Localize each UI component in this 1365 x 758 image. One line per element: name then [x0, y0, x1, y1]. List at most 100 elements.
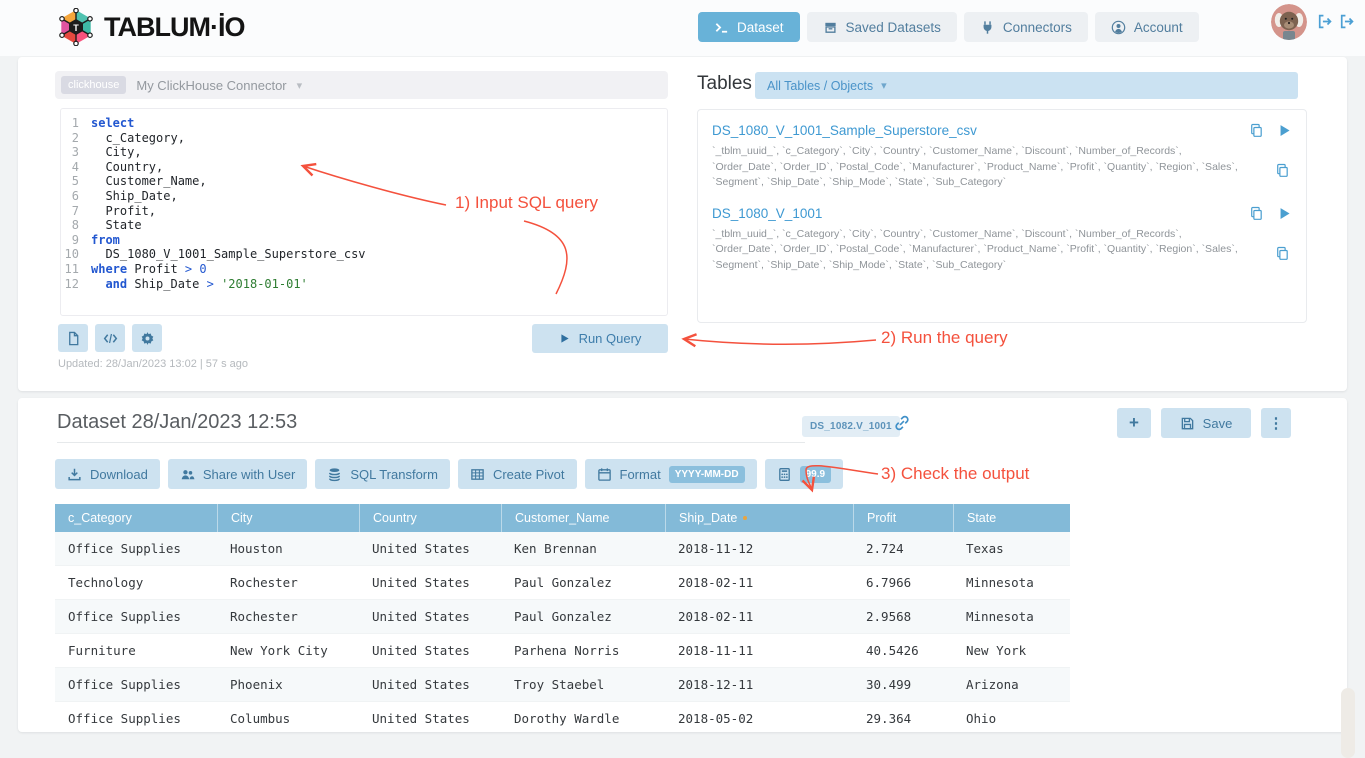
- table-cell: Ohio: [953, 702, 1070, 732]
- code-icon: [103, 331, 118, 346]
- table-cell: 2018-02-11: [665, 566, 853, 599]
- toolbar-create-pivot[interactable]: Create Pivot: [458, 459, 577, 489]
- toolbar-calculator[interactable]: 99.9: [765, 459, 843, 489]
- toolbar-button-label: Format: [620, 467, 661, 482]
- sql-line: 8 State: [61, 218, 667, 233]
- table-columns: `_tblm_uuid_`, `c_Category`, `City`, `Co…: [712, 144, 1292, 191]
- dataset-toolbar: Download Share with User SQL Transform Crea…: [55, 459, 843, 489]
- svg-text:T: T: [73, 23, 79, 33]
- annotation-run-query: 2) Run the query: [881, 328, 1008, 348]
- sort-indicator: [743, 516, 747, 520]
- column-header-city[interactable]: City: [217, 504, 359, 532]
- grid-body: Office SuppliesHoustonUnited StatesKen B…: [55, 532, 1070, 732]
- nav-account[interactable]: Account: [1095, 12, 1199, 42]
- copy-icon[interactable]: [1249, 123, 1264, 138]
- toolbar-download[interactable]: Download: [55, 459, 160, 489]
- users-icon: [180, 467, 195, 482]
- column-header-c-category[interactable]: c_Category: [55, 504, 217, 532]
- avatar[interactable]: [1271, 4, 1307, 40]
- toolbar-share-with-user[interactable]: Share with User: [168, 459, 307, 489]
- link-icon[interactable]: [893, 414, 911, 432]
- table-cell: 30.499: [853, 668, 953, 701]
- table-cell: 6.7966: [853, 566, 953, 599]
- save-button[interactable]: Save: [1161, 408, 1251, 438]
- file-button[interactable]: [58, 324, 88, 352]
- copy-columns-icon[interactable]: [1275, 246, 1290, 261]
- grid-header: c_CategoryCityCountryCustomer_NameShip_D…: [55, 504, 1070, 532]
- table-cell: Houston: [217, 532, 359, 565]
- line-number: 8: [61, 218, 91, 233]
- table-name-link[interactable]: DS_1080_V_1001: [712, 206, 822, 221]
- column-header-state[interactable]: State: [953, 504, 1070, 532]
- line-number: 1: [61, 116, 91, 131]
- table-cell: Office Supplies: [55, 600, 217, 633]
- column-header-country[interactable]: Country: [359, 504, 501, 532]
- sql-line: 3 City,: [61, 145, 667, 160]
- table-cell: 29.364: [853, 702, 953, 732]
- line-number: 12: [61, 277, 91, 292]
- copy-columns-icon[interactable]: [1275, 163, 1290, 178]
- table-cell: New York: [953, 634, 1070, 667]
- nav-saved-datasets[interactable]: Saved Datasets: [807, 12, 957, 42]
- table-cell: Minnesota: [953, 600, 1070, 633]
- table-cell: Phoenix: [217, 668, 359, 701]
- tables-title: Tables: [697, 73, 752, 95]
- table-cell: United States: [359, 668, 501, 701]
- table-cell: 2018-02-11: [665, 600, 853, 633]
- sql-line: 9from: [61, 233, 667, 248]
- column-header-profit[interactable]: Profit: [853, 504, 953, 532]
- page-scrollbar[interactable]: [1341, 688, 1355, 758]
- table-cell: Office Supplies: [55, 532, 217, 565]
- run-table-icon[interactable]: [1277, 123, 1292, 138]
- title-divider: [57, 442, 805, 443]
- sql-line: 11where Profit > 0: [61, 262, 667, 277]
- toolbar-format[interactable]: Format YYYY-MM-DD: [585, 459, 757, 489]
- table-cell: Technology: [55, 566, 217, 599]
- column-header-ship-date[interactable]: Ship_Date: [665, 504, 853, 532]
- logo[interactable]: T TABLUM·İO: [57, 8, 244, 46]
- sql-line: 1select: [61, 116, 667, 131]
- column-header-customer-name[interactable]: Customer_Name: [501, 504, 665, 532]
- file-icon: [66, 331, 81, 346]
- add-button[interactable]: +: [1117, 408, 1151, 438]
- table-cell: United States: [359, 532, 501, 565]
- table-cell: Troy Staebel: [501, 668, 665, 701]
- play-icon: [559, 333, 570, 344]
- connector-select[interactable]: clickhouse My ClickHouse Connector ▾: [55, 71, 668, 99]
- nav-label: Account: [1134, 20, 1183, 35]
- nav-dataset[interactable]: Dataset: [698, 12, 800, 42]
- pivot-icon: [470, 467, 485, 482]
- line-number: 4: [61, 160, 91, 175]
- table-name-link[interactable]: DS_1080_V_1001_Sample_Superstore_csv: [712, 123, 977, 138]
- table-row: Office SuppliesPhoenixUnited StatesTroy …: [55, 668, 1070, 702]
- more-options-button[interactable]: ⋮: [1261, 408, 1291, 438]
- gear-button[interactable]: [132, 324, 162, 352]
- table-row: Office SuppliesRochesterUnited StatesPau…: [55, 600, 1070, 634]
- table-cell: United States: [359, 702, 501, 732]
- calendar-icon: [597, 467, 612, 482]
- sql-line: 4 Country,: [61, 160, 667, 175]
- run-query-button[interactable]: Run Query: [532, 324, 668, 353]
- database-icon: [327, 467, 342, 482]
- signout-icon[interactable]: [1316, 13, 1333, 30]
- nav-label: Saved Datasets: [846, 20, 941, 35]
- code-button[interactable]: [95, 324, 125, 352]
- toolbar-sql-transform[interactable]: SQL Transform: [315, 459, 450, 489]
- line-number: 6: [61, 189, 91, 204]
- run-table-icon[interactable]: [1277, 206, 1292, 221]
- table-cell: Arizona: [953, 668, 1070, 701]
- header-nav: Dataset Saved Datasets Connectors Account: [698, 12, 1199, 42]
- toolbar-button-badge: YYYY-MM-DD: [669, 466, 745, 483]
- connector-name: My ClickHouse Connector: [136, 78, 286, 93]
- connector-type-badge: clickhouse: [61, 76, 126, 94]
- table-cell: United States: [359, 634, 501, 667]
- exit-icon[interactable]: [1338, 13, 1355, 30]
- toolbar-button-badge: 99.9: [800, 466, 831, 483]
- save-label: Save: [1203, 416, 1233, 431]
- account-icon: [1111, 20, 1126, 35]
- dataset-id-badge: DS_1082.V_1001: [802, 416, 900, 437]
- nav-connectors[interactable]: Connectors: [964, 12, 1088, 42]
- copy-icon[interactable]: [1249, 206, 1264, 221]
- floppy-icon: [1180, 416, 1195, 431]
- tables-filter-select[interactable]: All Tables / Objects ▾: [755, 72, 1298, 99]
